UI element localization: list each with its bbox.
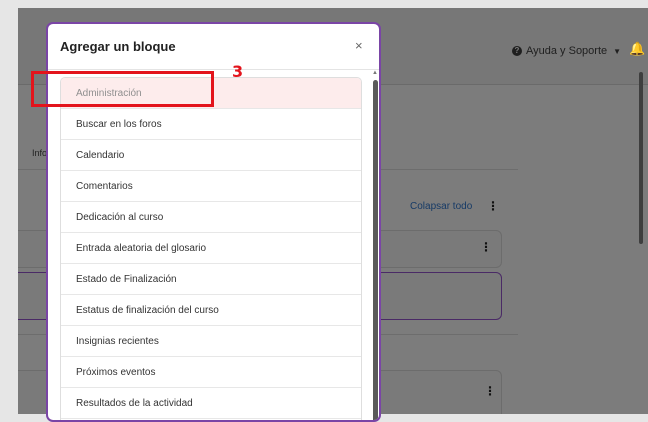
list-item-insignias[interactable]: Insignias recientes — [61, 326, 361, 357]
chevron-down-icon: ▼ — [613, 46, 622, 56]
annotation-step-number: 3 — [232, 62, 244, 81]
annotation-highlight-box — [31, 71, 214, 107]
more-options-icon[interactable]: ⋮ — [484, 384, 496, 398]
help-support-menu[interactable]: ? Ayuda y Soporte ▼ — [512, 45, 621, 57]
collapse-all-link[interactable]: Colapsar todo — [410, 201, 472, 212]
list-item-buscar-foros[interactable]: Buscar en los foros — [61, 109, 361, 140]
more-options-icon[interactable]: ⋮ — [480, 240, 492, 254]
close-button[interactable]: × — [355, 38, 363, 53]
modal-header: Agregar un bloque × — [48, 24, 379, 70]
page-scrollbar[interactable] — [639, 72, 643, 244]
modal-scrollbar[interactable]: ▲ — [371, 70, 379, 420]
list-item-resultados-actividad[interactable]: Resultados de la actividad — [61, 388, 361, 419]
tab-info[interactable]: Info — [32, 148, 47, 158]
list-item-entrada-glosario[interactable]: Entrada aleatoria del glosario — [61, 233, 361, 264]
list-item-estado-finalizacion[interactable]: Estado de Finalización — [61, 264, 361, 295]
list-item-comentarios[interactable]: Comentarios — [61, 171, 361, 202]
scroll-up-icon[interactable]: ▲ — [371, 70, 379, 76]
bell-icon[interactable]: 🔔 — [629, 41, 645, 57]
question-circle-icon: ? — [512, 46, 522, 56]
scrollbar-thumb[interactable] — [373, 80, 378, 420]
list-item-estatus-finalizacion[interactable]: Estatus de finalización del curso — [61, 295, 361, 326]
list-item-calendario[interactable]: Calendario — [61, 140, 361, 171]
list-item-proximos-eventos[interactable]: Próximos eventos — [61, 357, 361, 388]
block-list: Administración Buscar en los foros Calen… — [60, 77, 362, 420]
list-item-dedicacion[interactable]: Dedicación al curso — [61, 202, 361, 233]
help-support-label: Ayuda y Soporte — [526, 45, 608, 57]
modal-title: Agregar un bloque — [60, 39, 176, 54]
more-options-icon[interactable]: ⋮ — [487, 199, 499, 213]
